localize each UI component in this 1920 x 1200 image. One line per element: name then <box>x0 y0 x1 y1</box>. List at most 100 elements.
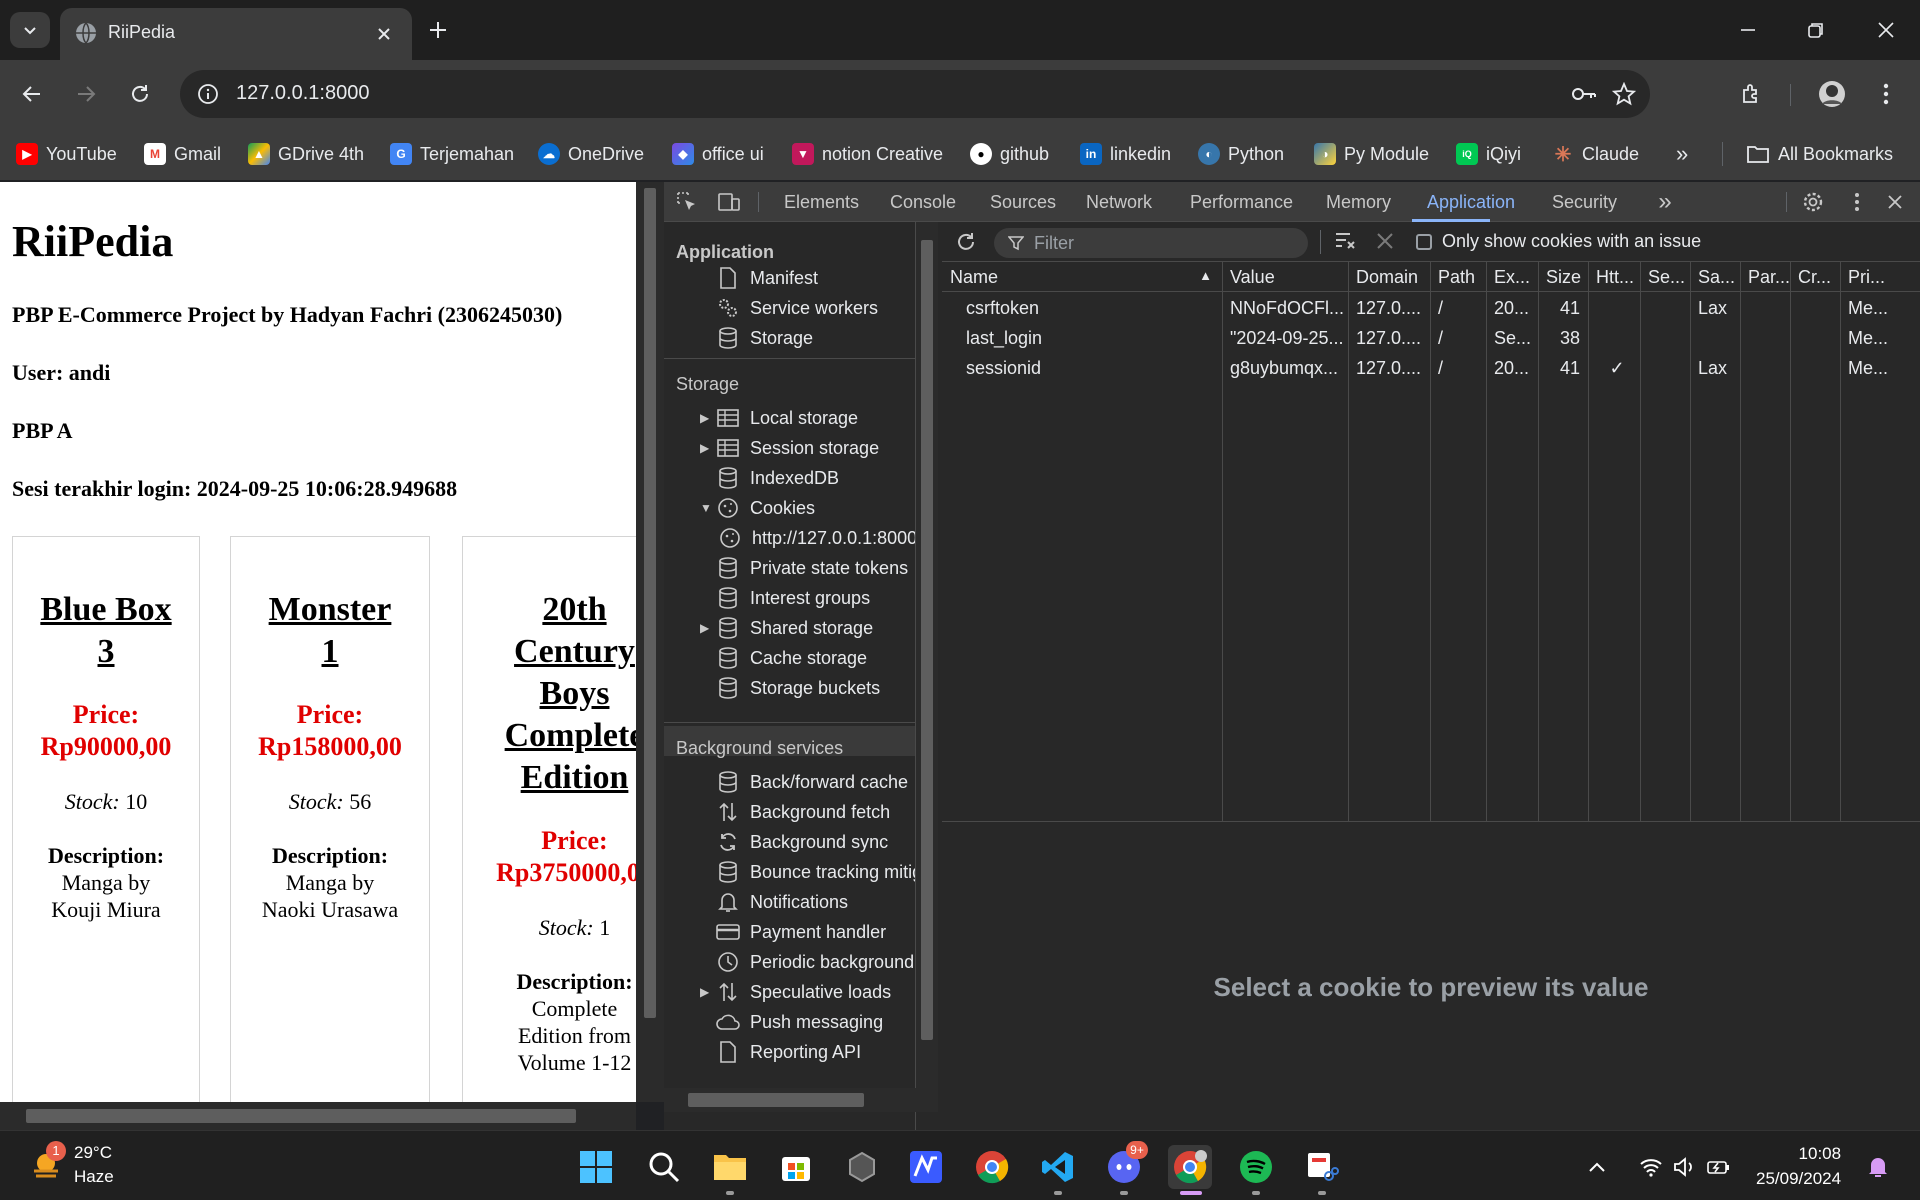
column-header-expires[interactable]: Ex... <box>1486 262 1538 292</box>
sidebar-item-notifications[interactable]: Notifications <box>700 888 848 916</box>
column-header-name[interactable]: Name ▲ <box>942 262 1222 292</box>
sidebar-item-indexeddb[interactable]: IndexedDB <box>700 464 839 492</box>
bookmark-python[interactable]: ◐ Python <box>1198 140 1284 168</box>
only-issue-checkbox[interactable] <box>1416 233 1432 250</box>
bookmarks-overflow-button[interactable]: » <box>1676 140 1688 168</box>
key-icon[interactable] <box>1570 80 1598 108</box>
column-header-size[interactable]: Size <box>1538 262 1588 292</box>
tab-elements[interactable]: Elements <box>784 192 859 213</box>
sidebar-item-push-messaging[interactable]: Push messaging <box>700 1008 883 1036</box>
wifi-icon[interactable] <box>1636 1145 1666 1189</box>
close-window-button[interactable] <box>1870 14 1902 46</box>
sidebar-item-storage[interactable]: Storage <box>700 324 813 352</box>
devtools-menu-icon[interactable] <box>1844 189 1870 215</box>
taskbar-app-hexagon[interactable] <box>840 1145 884 1189</box>
tab-close-icon[interactable] <box>372 22 396 46</box>
table-cell[interactable]: g8uybumqx... <box>1230 358 1346 379</box>
taskbar-chrome-profile-active[interactable] <box>1168 1145 1212 1189</box>
table-cell[interactable]: 127.0.... <box>1356 358 1428 379</box>
taskbar-store[interactable] <box>774 1145 818 1189</box>
sidebar-item-payment-handler[interactable]: Payment handler <box>700 918 886 946</box>
more-tabs-icon[interactable]: » <box>1652 188 1678 215</box>
refresh-icon[interactable] <box>954 230 980 256</box>
sidebar-item-service-workers[interactable]: Service workers <box>700 294 878 322</box>
minimize-button[interactable] <box>1732 14 1764 46</box>
volume-icon[interactable] <box>1670 1145 1700 1189</box>
table-cell[interactable]: sessionid <box>966 358 1236 379</box>
reload-button[interactable] <box>122 76 158 112</box>
page-vertical-scrollbar[interactable] <box>636 182 664 1102</box>
table-cell[interactable]: csrftoken <box>966 298 1236 319</box>
bookmark-py-module[interactable]: ◑ Py Module <box>1314 140 1429 168</box>
table-cell[interactable]: ✓ <box>1596 358 1638 379</box>
product-name-link[interactable]: Monster 1 <box>231 589 429 673</box>
address-bar[interactable]: 127.0.0.1:8000 <box>180 70 1650 118</box>
back-button[interactable] <box>14 76 50 112</box>
tab-security[interactable]: Security <box>1552 192 1617 213</box>
table-cell[interactable]: Me... <box>1848 298 1918 319</box>
table-cell[interactable]: 127.0.... <box>1356 328 1428 349</box>
sidebar-item-background-sync[interactable]: Background sync <box>700 828 888 856</box>
inspect-element-icon[interactable] <box>674 189 700 215</box>
notification-bell-icon[interactable] <box>1862 1145 1894 1189</box>
cookie-filter-input[interactable]: Filter <box>994 228 1308 258</box>
sidebar-item-cookie-origin[interactable]: http://127.0.0.1:8000 <box>718 524 915 552</box>
taskbar-spotify[interactable] <box>1234 1145 1278 1189</box>
battery-charging-icon[interactable] <box>1704 1145 1734 1189</box>
table-cell[interactable]: 38 <box>1546 328 1580 349</box>
bookmark-office-ui[interactable]: ◆ office ui <box>672 140 764 168</box>
url-text[interactable]: 127.0.0.1:8000 <box>236 82 369 105</box>
table-cell[interactable]: / <box>1438 358 1484 379</box>
bookmark-github[interactable]: ● github <box>970 140 1049 168</box>
sidebar-vertical-scrollbar[interactable] <box>916 222 938 1088</box>
bookmark-star-icon[interactable] <box>1610 80 1638 108</box>
forward-button[interactable] <box>68 76 104 112</box>
sidebar-item-back-forward-cache[interactable]: Back/forward cache <box>700 768 908 796</box>
start-button[interactable] <box>574 1145 618 1189</box>
page-horizontal-scrollbar[interactable] <box>0 1102 636 1130</box>
column-header-samesite[interactable]: Sa... <box>1690 262 1740 292</box>
settings-gear-icon[interactable] <box>1800 189 1826 215</box>
tab-memory[interactable]: Memory <box>1326 192 1391 213</box>
table-cell[interactable]: / <box>1438 298 1484 319</box>
sidebar-item-cache-storage[interactable]: Cache storage <box>700 644 867 672</box>
table-cell[interactable]: NNoFdOCFl... <box>1230 298 1346 319</box>
taskbar-file-explorer[interactable] <box>708 1145 752 1189</box>
tab-console[interactable]: Console <box>890 192 956 213</box>
column-header-secure[interactable]: Se... <box>1640 262 1690 292</box>
table-cell[interactable]: 20... <box>1494 358 1536 379</box>
scrollbar-thumb[interactable] <box>644 188 656 1018</box>
profile-avatar[interactable] <box>1814 76 1850 112</box>
search-button[interactable] <box>642 1145 686 1189</box>
table-cell[interactable]: 20... <box>1494 298 1536 319</box>
tab-search-button[interactable] <box>10 12 50 48</box>
sidebar-item-private-state-tokens[interactable]: Private state tokens <box>700 554 908 582</box>
sidebar-item-background-fetch[interactable]: Background fetch <box>700 798 890 826</box>
bookmark-iqiyi[interactable]: iQ iQiyi <box>1456 140 1521 168</box>
product-name-link[interactable]: Blue Box 3 <box>13 589 199 673</box>
sidebar-item-cookies[interactable]: ▼ Cookies <box>700 494 815 522</box>
tab-sources[interactable]: Sources <box>990 192 1056 213</box>
site-info-icon[interactable] <box>194 80 222 108</box>
sidebar-item-shared-storage[interactable]: ▶ Shared storage <box>700 614 873 642</box>
taskbar-snipping-tool[interactable] <box>1300 1145 1344 1189</box>
clear-all-cookies-icon[interactable] <box>1334 230 1360 256</box>
table-cell[interactable]: Me... <box>1848 358 1918 379</box>
column-header-path[interactable]: Path <box>1430 262 1486 292</box>
bookmark-gmail[interactable]: M Gmail <box>144 140 221 168</box>
table-cell[interactable]: Lax <box>1698 298 1738 319</box>
tab-application[interactable]: Application <box>1427 192 1515 213</box>
sidebar-item-periodic-background-sync[interactable]: Periodic background sync <box>700 948 915 976</box>
tab-network[interactable]: Network <box>1086 192 1152 213</box>
bookmark-gdrive[interactable]: ▲ GDrive 4th <box>248 140 364 168</box>
taskbar-vscode[interactable] <box>1036 1145 1080 1189</box>
bookmark-notion-creative[interactable]: ▼ notion Creative <box>792 140 943 168</box>
delete-selected-icon[interactable] <box>1376 232 1398 254</box>
column-header-priority[interactable]: Pri... <box>1840 262 1920 292</box>
column-header-cross-site[interactable]: Cr... <box>1790 262 1840 292</box>
table-cell[interactable]: / <box>1438 328 1484 349</box>
scrollbar-thumb[interactable] <box>921 240 933 1040</box>
column-header-value[interactable]: Value <box>1222 262 1348 292</box>
product-name-link[interactable]: 20th Century Boys Complete Edition <box>463 589 636 799</box>
table-cell[interactable]: 41 <box>1546 358 1580 379</box>
